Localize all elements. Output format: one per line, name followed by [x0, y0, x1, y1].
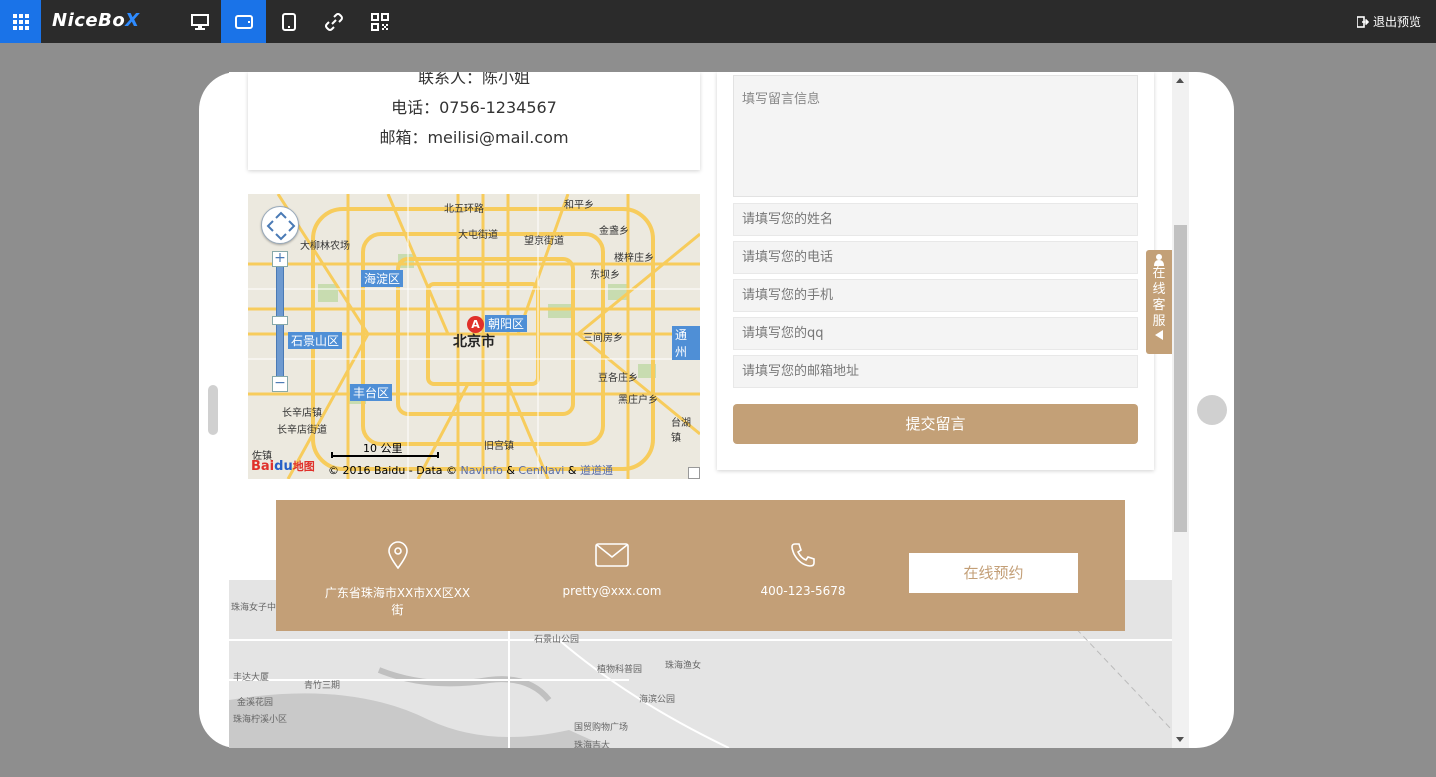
bg-map-label: 海滨公园 [639, 695, 676, 705]
footer-address: 广东省珠海市XX市XX区XX街 [320, 540, 475, 618]
map-place-label: 和平乡 [564, 200, 594, 211]
map-place-label: 大屯街道 [458, 230, 498, 241]
scrollbar-thumb[interactable] [1174, 225, 1187, 532]
contact-phone: 电话：0756-1234567 [391, 98, 557, 117]
link-icon [324, 12, 343, 31]
page-scrollbar[interactable] [1172, 72, 1189, 748]
bg-map-label: 石景山公园 [534, 635, 580, 645]
desktop-preview-button[interactable] [177, 0, 222, 43]
zoom-in-button[interactable]: + [272, 251, 288, 267]
map-place-label: 大柳林农场 [300, 241, 350, 252]
apps-grid-button[interactable] [0, 0, 41, 43]
map-district-label: 通州 [672, 326, 700, 360]
bg-map-label: 植物科普园 [597, 665, 643, 675]
contact-email: 邮箱：meilisi@mail.com [379, 128, 569, 147]
tablet-portrait-icon [281, 12, 296, 31]
apps-grid-icon [12, 13, 29, 30]
tablet-side-button [208, 385, 218, 435]
link-preview-button[interactable] [311, 0, 356, 43]
exit-preview-label: 退出预览 [1372, 15, 1421, 29]
baidu-map[interactable]: + − 海淀区 朝阳区 石景山区 丰台区 通州 A 北京市 北五环路 和平乡 大… [248, 194, 700, 479]
nicebox-logo: NiceBoX [52, 10, 140, 31]
map-copyright: © 2016 Baidu - Data © NavInfo & CenNavi … [328, 464, 613, 477]
map-place-label: 三间房乡 [583, 333, 623, 344]
phone-icon [791, 543, 815, 567]
map-city-label: 北京市 [453, 334, 495, 350]
qrcode-preview-button[interactable] [357, 0, 402, 43]
map-resize-corner[interactable] [688, 467, 700, 479]
exit-preview-button[interactable]: 退出预览 [1356, 13, 1421, 30]
message-textarea[interactable]: 填写留言信息 [733, 75, 1138, 197]
bg-map-label: 国贸购物广场 [574, 723, 629, 733]
map-district-label: 朝阳区 [485, 315, 528, 332]
message-form: 填写留言信息 请填写您的姓名 请填写您的电话 请填写您的手机 请填写您的qq 请… [717, 72, 1154, 470]
map-place-label: 北五环路 [444, 204, 484, 215]
bg-map-label: 丰达大厦 [233, 673, 270, 683]
map-place-label: 台湖镇 [671, 418, 691, 444]
footer-address-text: 广东省珠海市XX市XX区XX街 [324, 586, 471, 617]
scroll-down-arrow-icon[interactable] [1176, 737, 1184, 742]
envelope-icon [595, 543, 629, 567]
footer-contact-bar: 广东省珠海市XX市XX区XX街 pretty@xxx.com 400-123-5… [276, 500, 1125, 631]
map-place-label: 长辛店镇 [282, 408, 322, 419]
map-place-label: 长辛店街道 [277, 425, 327, 436]
name-input[interactable]: 请填写您的姓名 [733, 203, 1138, 236]
zoom-out-button[interactable]: − [272, 376, 288, 392]
map-district-label: 丰台区 [350, 384, 393, 401]
pan-arrows-icon [266, 211, 296, 241]
map-place-label: 望京街道 [524, 236, 564, 247]
online-service-tab[interactable]: 在 线 客 服 [1146, 250, 1172, 354]
top-toolbar: NiceBoX 退出预览 [0, 0, 1436, 43]
map-place-label: 黑庄户乡 [618, 395, 658, 406]
tel-input[interactable]: 请填写您的电话 [733, 241, 1138, 274]
map-pan-control[interactable] [261, 206, 299, 244]
tablet-portrait-preview-button[interactable] [266, 0, 311, 43]
footer-phone: 400-123-5678 [743, 540, 863, 598]
location-pin-icon [387, 541, 408, 569]
map-place-label: 豆各庄乡 [598, 373, 638, 384]
footer-email: pretty@xxx.com [552, 540, 672, 598]
map-district-label: 石景山区 [288, 332, 343, 349]
user-icon [1154, 254, 1164, 266]
online-booking-button[interactable]: 在线预约 [909, 553, 1078, 593]
map-place-label: 楼梓庄乡 [614, 253, 654, 264]
bg-map-label: 青竹三期 [304, 681, 341, 691]
map-place-label: 东坝乡 [590, 270, 620, 281]
map-scale-label: 10 公里 [363, 442, 403, 455]
contact-person: 联系人：陈小姐 [417, 72, 530, 87]
zoom-handle[interactable] [272, 316, 288, 325]
bg-map-label: 珠海吉大 [574, 741, 611, 748]
preview-screen: 联系人：陈小姐 电话：0756-1234567 邮箱：meilisi@mail.… [229, 72, 1188, 748]
scroll-up-arrow-icon[interactable] [1176, 78, 1184, 83]
mobile-input[interactable]: 请填写您的手机 [733, 279, 1138, 312]
map-district-label: 海淀区 [361, 270, 404, 287]
tablet-landscape-icon [234, 14, 253, 29]
tablet-landscape-preview-button[interactable] [221, 0, 266, 43]
desktop-icon [190, 13, 209, 30]
tablet-home-button [1197, 395, 1227, 425]
qrcode-icon [370, 12, 389, 31]
map-place-label: 金盏乡 [599, 226, 629, 237]
collapse-arrow-icon [1155, 330, 1163, 340]
bg-map-label: 珠海渔女 [665, 661, 702, 671]
footer-email-text: pretty@xxx.com [562, 584, 662, 598]
exit-icon [1356, 15, 1369, 28]
email-input[interactable]: 请填写您的邮箱地址 [733, 355, 1138, 388]
qq-input[interactable]: 请填写您的qq [733, 317, 1138, 350]
contact-card: 联系人：陈小姐 电话：0756-1234567 邮箱：meilisi@mail.… [248, 72, 700, 170]
bg-map-label: 珠海柠溪小区 [233, 715, 288, 725]
footer-phone-text: 400-123-5678 [760, 584, 846, 598]
bg-map-label: 金溪花园 [237, 698, 274, 708]
map-place-label: 旧宫镇 [484, 441, 514, 452]
submit-message-button[interactable]: 提交留言 [733, 404, 1138, 444]
baidu-map-logo: Baidu地图 [251, 459, 315, 474]
